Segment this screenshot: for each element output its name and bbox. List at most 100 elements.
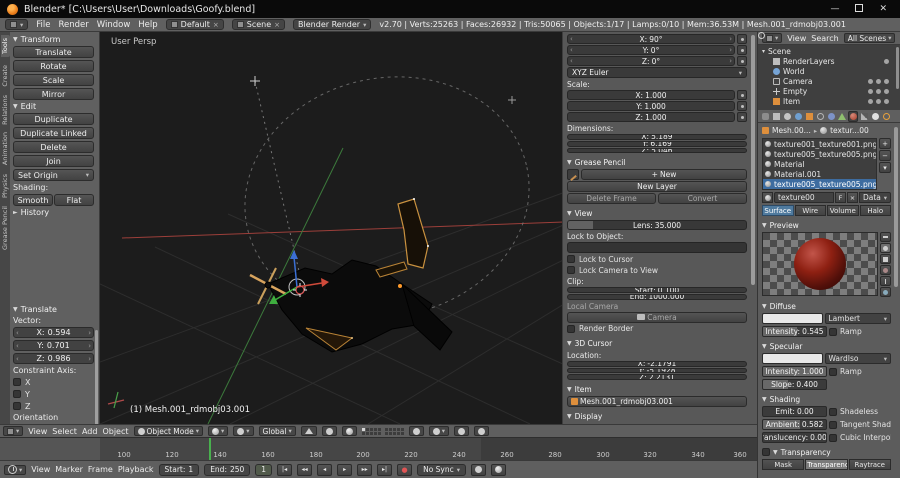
toolshelf-scrollbar[interactable]	[95, 330, 98, 424]
render-border-row[interactable]: Render Border	[567, 324, 747, 334]
scale-x-field[interactable]: X: 1.000	[567, 90, 735, 100]
tangent-shading-row[interactable]: Tangent Shading	[829, 420, 891, 429]
outliner-scrollbar[interactable]	[896, 47, 899, 89]
new-layer-button[interactable]: New Layer	[567, 181, 747, 193]
menu-add[interactable]: Add	[82, 427, 98, 436]
outliner-item-mesh[interactable]: Item	[760, 96, 898, 106]
constraint-x-row[interactable]: X	[13, 377, 94, 387]
shadeless-row[interactable]: Shadeless	[829, 407, 891, 416]
remove-slot-button[interactable]: −	[879, 150, 891, 161]
jump-to-start-button[interactable]: |◂	[277, 463, 293, 476]
lock-camera-row[interactable]: Lock Camera to View	[567, 265, 747, 275]
rotation-z-field[interactable]: ‹ Z: 0° ›	[567, 56, 735, 66]
convert-button[interactable]: Convert	[658, 193, 747, 205]
preview-panel-header[interactable]: ▼ Preview	[762, 220, 891, 230]
dimension-y-field[interactable]: Y: 6.169	[567, 140, 747, 147]
specular-slope-slider[interactable]: Slope: 0.400	[762, 379, 827, 390]
lock-to-scene-button[interactable]	[408, 426, 424, 436]
add-slot-button[interactable]: +	[879, 138, 891, 149]
eye-icon[interactable]	[868, 98, 873, 104]
lock-object-field[interactable]	[567, 242, 747, 254]
decrement-icon[interactable]: ‹	[16, 329, 19, 337]
history-panel-header[interactable]: ► History	[13, 208, 94, 217]
cursor-y-field[interactable]: Y: -5.1928	[567, 367, 747, 374]
increment-icon[interactable]: ›	[729, 57, 732, 65]
increment-icon[interactable]: ›	[88, 329, 91, 337]
checkbox-icon[interactable]	[567, 255, 575, 264]
menu-frame[interactable]: Frame	[88, 465, 113, 474]
transparency-raytrace-button[interactable]: Raytrace	[848, 459, 891, 470]
cursor-z-field[interactable]: Z: 2.2131	[567, 374, 747, 380]
sync-mode-dropdown[interactable]: No Sync ▾	[417, 463, 467, 476]
menu-help[interactable]: Help	[138, 20, 157, 30]
shading-panel-header[interactable]: ▼ Shading	[762, 394, 891, 404]
constraint-z-row[interactable]: Z	[13, 401, 94, 411]
restrict-select-icon[interactable]	[876, 88, 881, 94]
outliner-item-empty[interactable]: Empty	[760, 86, 898, 96]
preview-cube-button[interactable]	[880, 254, 891, 264]
editor-type-selector[interactable]: ▾	[5, 19, 29, 30]
material-slot[interactable]: Material.001	[763, 169, 876, 179]
material-name-field[interactable]: texture00	[774, 192, 834, 203]
smooth-button[interactable]: Smooth	[13, 194, 53, 206]
duplicate-button[interactable]: Duplicate	[13, 113, 94, 125]
material-slot-list[interactable]: texture001_texture001.png.001 texture005…	[762, 138, 877, 190]
minimize-button[interactable]: —	[830, 4, 839, 14]
clip-start-field[interactable]: Start: 0.100	[567, 287, 747, 293]
diffuse-panel-header[interactable]: ▼ Diffuse	[762, 301, 891, 311]
toolshelf-tab-create[interactable]: Create	[1, 65, 10, 87]
cursor-x-field[interactable]: X: -2.1791	[567, 360, 747, 367]
vector-y-field[interactable]: ‹ Y: 0.701 ›	[13, 340, 94, 351]
opengl-render-anim-button[interactable]	[474, 426, 490, 436]
specular-ramp-row[interactable]: Ramp	[829, 367, 891, 376]
scene-selector[interactable]: Scene ×	[231, 19, 286, 30]
vector-x-field[interactable]: ‹ X: 0.594 ›	[13, 327, 94, 338]
viewport-3d[interactable]: User Persp (1) Mesh.001_rdmobj03.001 ‹ X:…	[100, 32, 757, 424]
delete-frame-button[interactable]: Delete Frame	[567, 193, 656, 205]
menu-render[interactable]: Render	[59, 20, 89, 30]
diffuse-shader-dropdown[interactable]: Lambert ▾	[824, 313, 891, 324]
type-volume-button[interactable]: Volume	[827, 205, 859, 216]
display-panel-header[interactable]: ▼ Display	[567, 411, 747, 422]
checkbox-icon[interactable]	[13, 390, 21, 398]
restrict-render-icon[interactable]	[884, 58, 889, 64]
menu-view[interactable]: View	[28, 427, 47, 436]
menu-object[interactable]: Object	[102, 427, 128, 436]
scale-button[interactable]: Scale	[13, 74, 94, 86]
mode-selector[interactable]: Object Mode ▾	[133, 426, 204, 436]
dimension-x-field[interactable]: X: 5.189	[567, 134, 747, 140]
close-button[interactable]: ✕	[879, 4, 887, 14]
tab-material[interactable]	[848, 110, 858, 122]
maximize-button[interactable]	[855, 3, 864, 15]
lock-icon[interactable]	[737, 101, 747, 111]
delete-button[interactable]: Delete	[13, 141, 94, 153]
toolshelf-tab-relations[interactable]: Relations	[1, 95, 10, 125]
outliner-item-camera[interactable]: Camera	[760, 76, 898, 86]
transparency-panel-header[interactable]: ▼ Transparency	[762, 447, 891, 457]
tab-particles[interactable]	[870, 111, 880, 122]
manipulator-translate-button[interactable]	[300, 426, 317, 436]
translucency-slider[interactable]: Translucency:0.000	[762, 432, 827, 443]
current-frame-marker[interactable]	[209, 438, 211, 460]
start-frame-field[interactable]: Start: 1	[158, 463, 200, 476]
record-button[interactable]: ●	[397, 463, 413, 476]
checkbox-icon[interactable]	[13, 402, 21, 410]
play-button[interactable]: ▸	[337, 463, 353, 476]
decrement-icon[interactable]: ‹	[570, 46, 573, 54]
menu-playback[interactable]: Playback	[118, 465, 154, 474]
tab-data[interactable]	[837, 111, 847, 122]
type-surface-button[interactable]: Surface	[762, 205, 794, 216]
transform-orientation-selector[interactable]: Global ▾	[258, 426, 296, 436]
increment-icon[interactable]: ›	[729, 46, 732, 54]
edit-panel-header[interactable]: ▼ Edit	[13, 102, 94, 111]
viewport-editor-selector[interactable]: ▾	[3, 426, 24, 436]
lens-slider[interactable]: Lens: 35.000	[567, 220, 747, 231]
toolshelf-tab-tools[interactable]: Tools	[0, 35, 10, 58]
restrict-select-icon[interactable]	[876, 78, 881, 84]
pivot-point-selector[interactable]: ▾	[233, 426, 254, 436]
checkbox-icon[interactable]	[829, 327, 837, 336]
rotate-button[interactable]: Rotate	[13, 60, 94, 72]
translate-button[interactable]: Translate	[13, 46, 94, 58]
increment-icon[interactable]: ›	[88, 355, 91, 363]
emit-slider[interactable]: Emit: 0.00	[762, 406, 827, 417]
